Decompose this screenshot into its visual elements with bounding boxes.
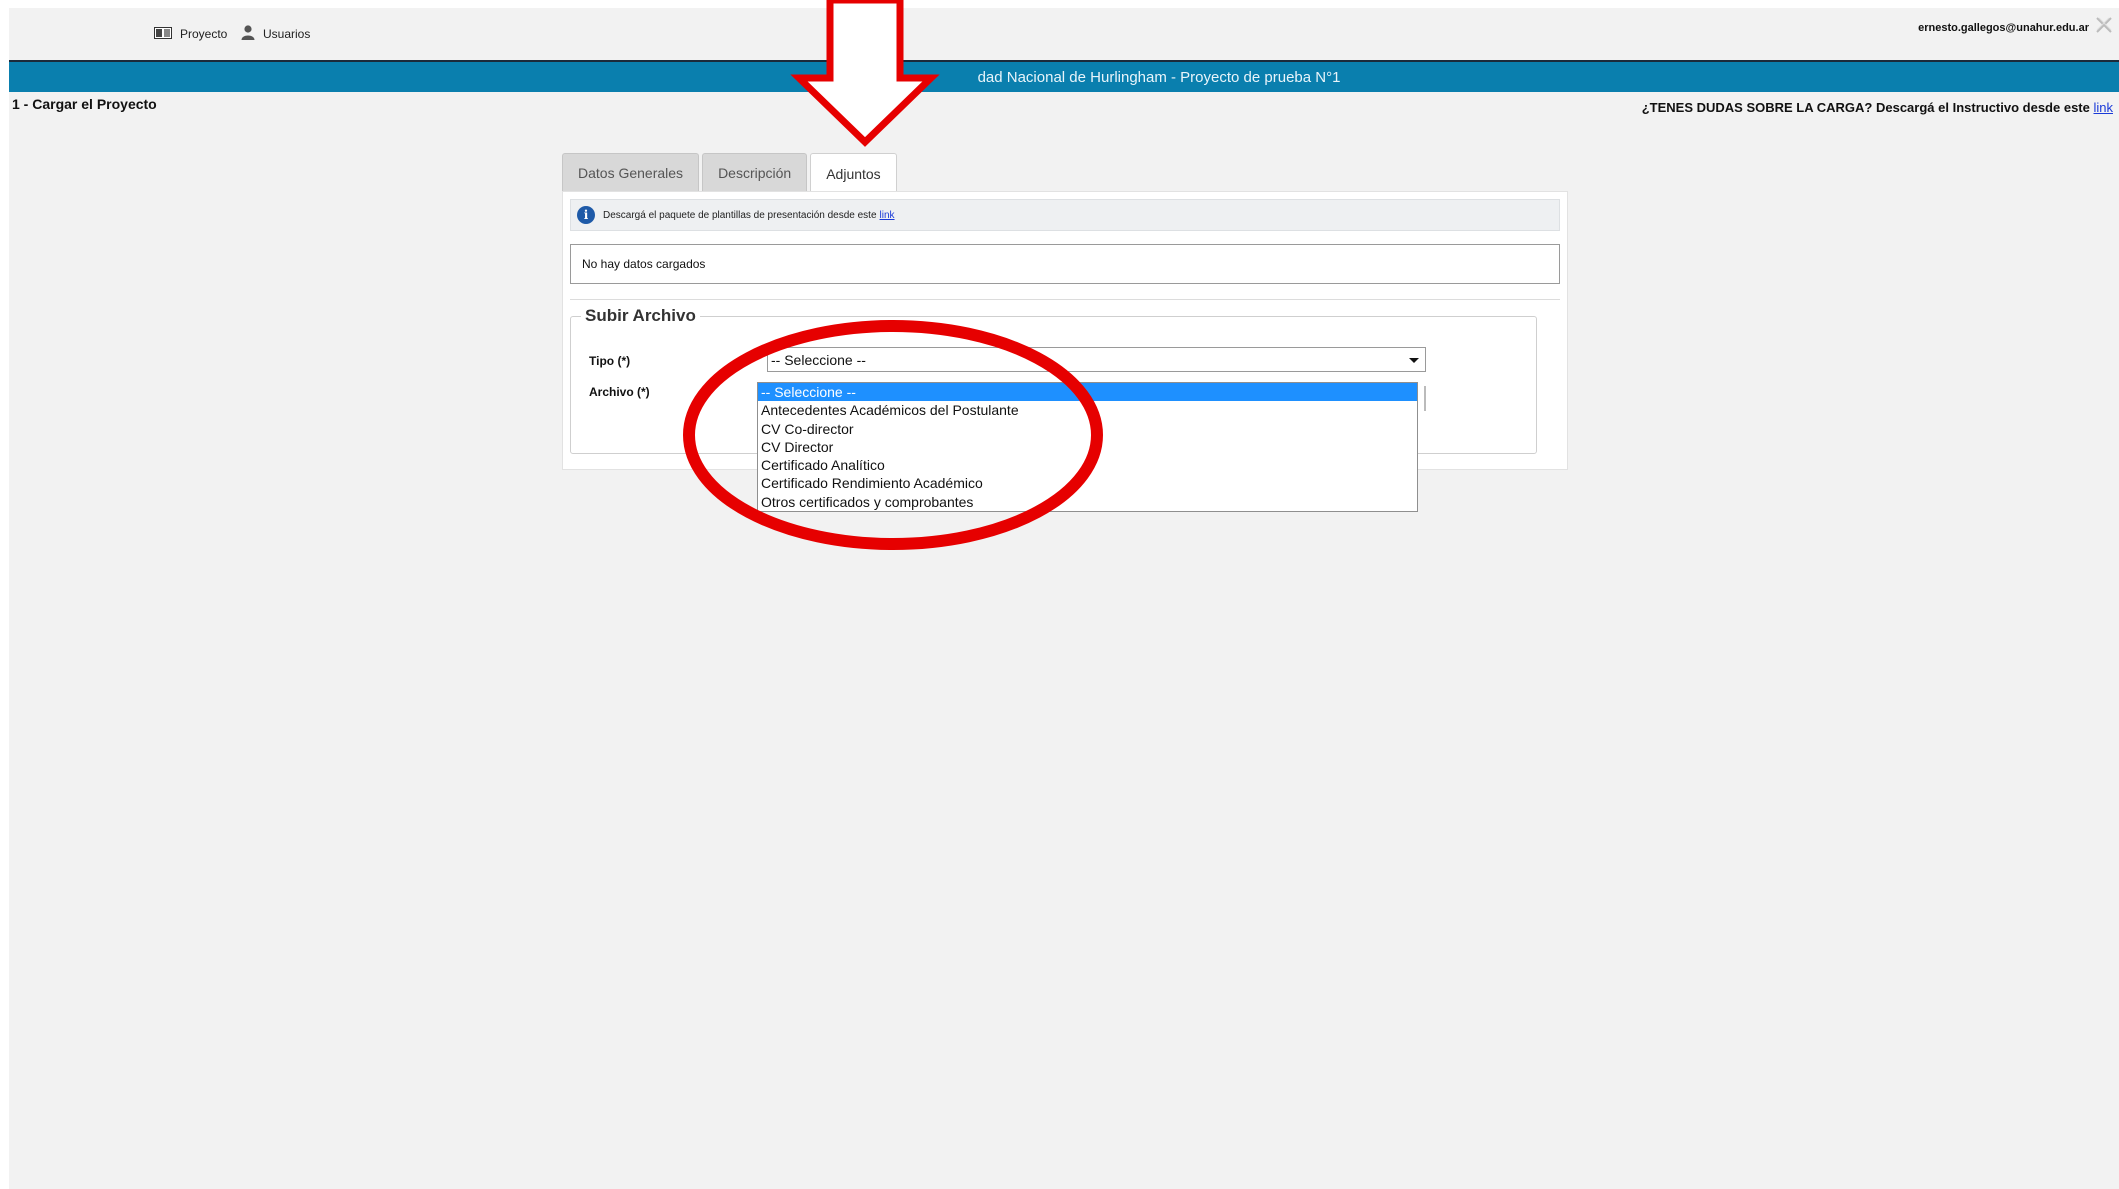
tipo-select-value: -- Seleccione -- xyxy=(771,351,866,368)
tipo-dropdown-list[interactable]: -- Seleccione -- Antecedentes Académicos… xyxy=(757,382,1418,512)
help-label: ¿TENES DUDAS SOBRE LA CARGA? Descargá el… xyxy=(1641,100,2090,115)
dropdown-option[interactable]: Certificado Rendimiento Académico xyxy=(758,474,1417,492)
nav-item-proyecto[interactable]: Proyecto xyxy=(154,18,227,50)
tipo-label: Tipo (*) xyxy=(589,354,631,368)
nav-label-usuarios: Usuarios xyxy=(263,27,311,41)
tab-bar: Datos Generales Descripción Adjuntos xyxy=(562,153,897,193)
nav-label-proyecto: Proyecto xyxy=(180,27,228,41)
tab-adjuntos[interactable]: Adjuntos xyxy=(810,153,897,193)
tab-datos-generales[interactable]: Datos Generales xyxy=(562,153,700,191)
dropdown-option[interactable]: Antecedentes Académicos del Postulante xyxy=(758,401,1417,419)
tipo-select[interactable]: -- Seleccione -- xyxy=(767,347,1426,372)
help-text: ¿TENES DUDAS SOBRE LA CARGA? Descargá el… xyxy=(1642,100,2113,115)
step-title: 1 - Cargar el Proyecto xyxy=(12,96,157,112)
info-text: Descargá el paquete de plantillas de pre… xyxy=(603,209,877,221)
dropdown-option[interactable]: CV Director xyxy=(758,438,1417,456)
divider xyxy=(570,299,1560,300)
project-icon xyxy=(154,26,172,42)
empty-table-message: No hay datos cargados xyxy=(582,257,706,271)
user-email[interactable]: ernesto.gallegos@unahur.edu.ar xyxy=(1918,22,2089,34)
file-input[interactable] xyxy=(1424,386,1426,411)
attachments-table: No hay datos cargados xyxy=(570,244,1560,284)
dropdown-option[interactable]: CV Co-director xyxy=(758,420,1417,438)
nav-item-usuarios[interactable]: Usuarios xyxy=(241,18,310,50)
project-banner: dad Nacional de Hurlingham - Proyecto de… xyxy=(9,60,2119,92)
top-nav: Proyecto Usuarios ernesto.gallegos@unahu… xyxy=(9,8,2119,60)
templates-link[interactable]: link xyxy=(880,210,895,221)
page: Proyecto Usuarios ernesto.gallegos@unahu… xyxy=(9,8,2119,1189)
chevron-down-icon xyxy=(1409,358,1419,363)
info-bar: i Descargá el paquete de plantillas de p… xyxy=(570,199,1560,231)
banner-title: dad Nacional de Hurlingham - Proyecto de… xyxy=(977,68,1341,86)
user-icon xyxy=(241,25,255,43)
instructivo-link[interactable]: link xyxy=(2093,100,2113,115)
upload-legend: Subir Archivo xyxy=(585,306,696,325)
dropdown-option[interactable]: -- Seleccione -- xyxy=(758,383,1417,402)
info-icon: i xyxy=(577,206,595,224)
archivo-label: Archivo (*) xyxy=(589,385,650,399)
logout-icon[interactable] xyxy=(2093,14,2115,36)
tab-descripcion[interactable]: Descripción xyxy=(702,153,808,191)
dropdown-option[interactable]: Otros certificados y comprobantes xyxy=(758,493,1417,511)
dropdown-option[interactable]: Certificado Analítico xyxy=(758,456,1417,474)
